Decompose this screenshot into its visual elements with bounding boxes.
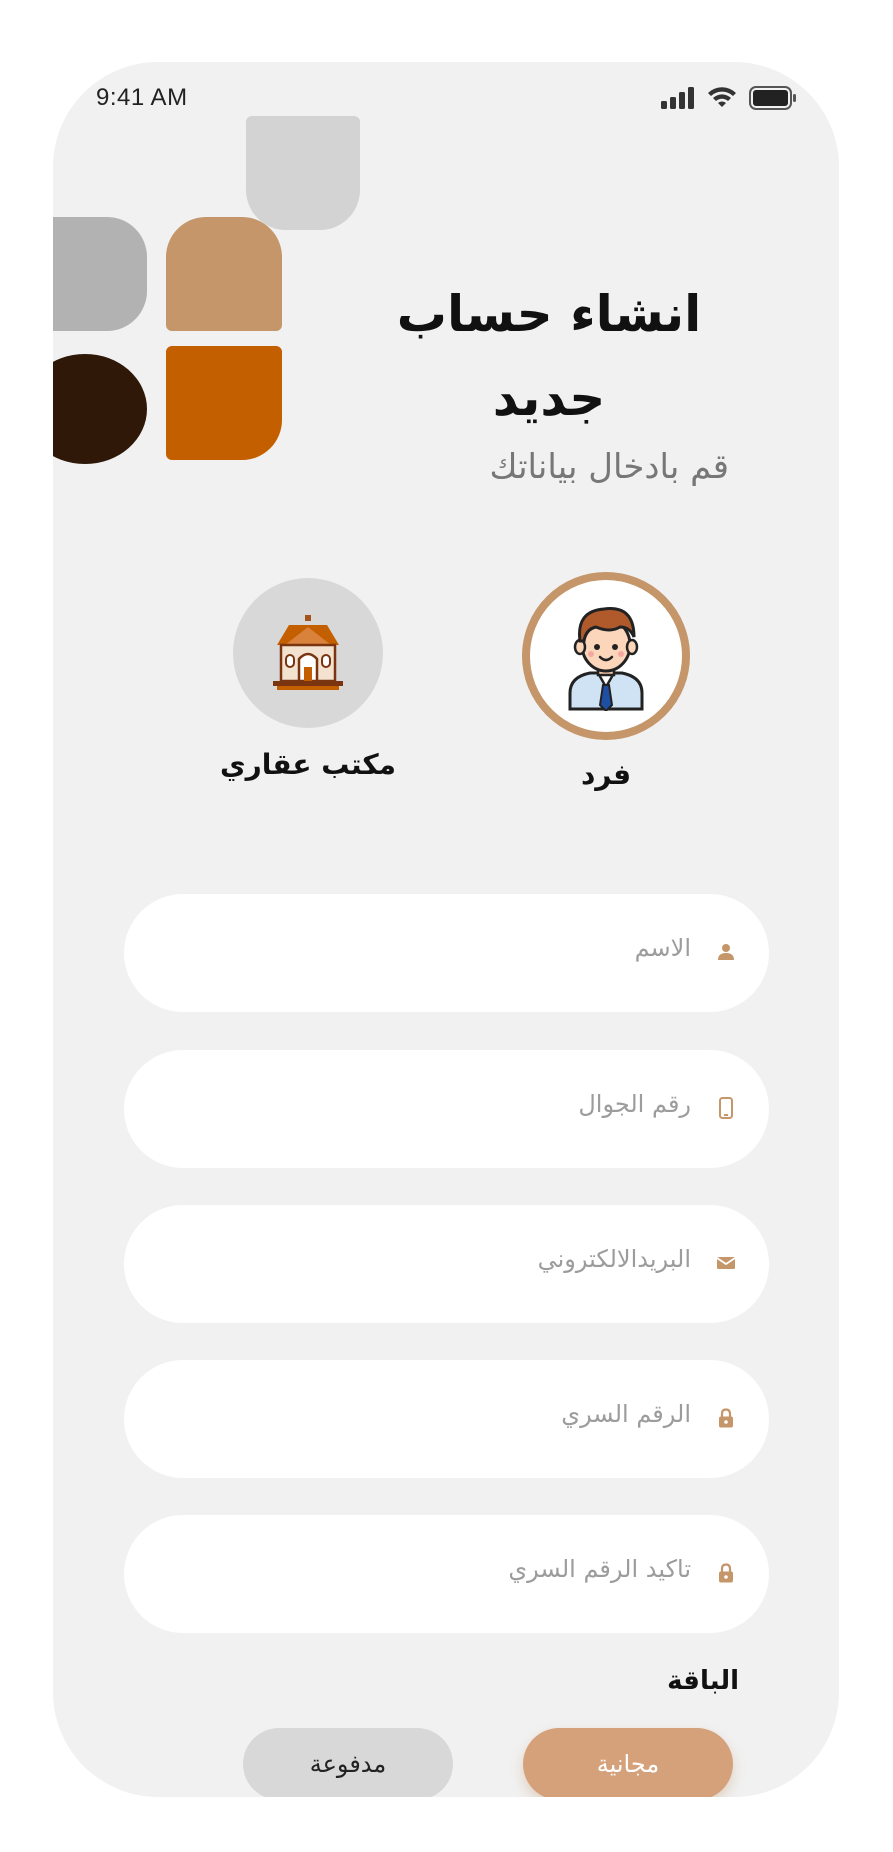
- person-icon: [715, 941, 737, 963]
- signal-icon: [661, 87, 694, 109]
- lock-icon: [715, 1562, 737, 1584]
- password-field[interactable]: الرقم السري: [124, 1360, 769, 1478]
- name-field[interactable]: الاسم: [124, 894, 769, 1012]
- status-icons: [661, 86, 797, 110]
- house-icon: [273, 615, 343, 690]
- mobile-phone-icon: [715, 1097, 737, 1119]
- page-title: انشاء حساب جديد: [396, 285, 702, 427]
- email-field[interactable]: البريدالالكتروني: [124, 1205, 769, 1323]
- password-placeholder: الرقم السري: [561, 1400, 691, 1428]
- account-type-individual[interactable]: فرد: [516, 572, 696, 791]
- lock-icon: [715, 1407, 737, 1429]
- decorative-shape-gray-top: [246, 116, 360, 230]
- decorative-shape-gray-left: [53, 217, 147, 331]
- status-time: 9:41 AM: [96, 84, 188, 111]
- page-subtitle: قم بادخال بياناتك: [489, 447, 729, 487]
- phone-placeholder: رقم الجوال: [578, 1090, 691, 1118]
- confirm-password-field[interactable]: تاكيد الرقم السري: [124, 1515, 769, 1633]
- phone-screen: 9:41 AM انشاء حساب جديد قم بادخال بيانات…: [53, 62, 839, 1797]
- decorative-shape-dark: [53, 354, 147, 464]
- account-type-individual-label: فرد: [580, 758, 632, 791]
- battery-icon: [749, 86, 796, 110]
- plan-free-button[interactable]: مجانية: [523, 1728, 733, 1797]
- decorative-shape-orange: [166, 346, 282, 460]
- phone-field[interactable]: رقم الجوال: [124, 1050, 769, 1168]
- account-type-individual-circle[interactable]: [522, 572, 690, 740]
- decorative-shape-tan: [166, 217, 282, 331]
- account-type-real-estate-office[interactable]: مكتب عقاري: [193, 578, 423, 781]
- email-placeholder: البريدالالكتروني: [537, 1245, 691, 1273]
- name-placeholder: الاسم: [634, 934, 691, 962]
- plan-title: الباقة: [667, 1666, 739, 1696]
- account-type-office-circle[interactable]: [233, 578, 383, 728]
- confirm-password-placeholder: تاكيد الرقم السري: [508, 1555, 691, 1583]
- wifi-icon: [708, 87, 736, 107]
- envelope-icon: [715, 1252, 737, 1274]
- man-avatar-icon: [568, 607, 644, 711]
- plan-paid-button[interactable]: مدفوعة: [243, 1728, 453, 1797]
- account-type-office-label: مكتب عقاري: [219, 748, 396, 781]
